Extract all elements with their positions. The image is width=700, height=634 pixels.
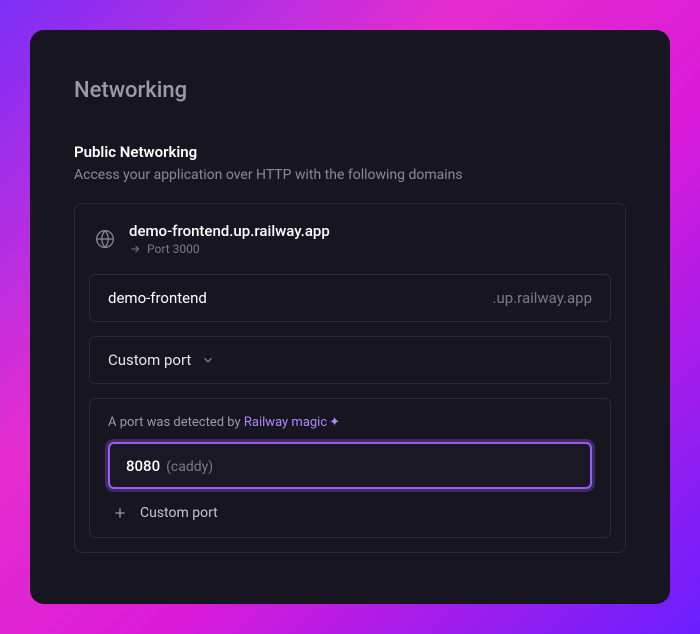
arrow-right-icon [129,243,141,255]
domain-info: demo-frontend.up.railway.app Port 3000 [129,222,605,256]
networking-panel: Networking Public Networking Access your… [30,30,670,604]
section-title: Public Networking [74,143,626,161]
plus-icon [112,505,128,521]
detected-port-option[interactable]: 8080 (caddy) [108,442,592,489]
detected-port-number: 8080 [126,457,160,475]
railway-magic-link[interactable]: Railway magic [244,415,327,430]
subdomain-field[interactable]: .up.railway.app [89,274,611,322]
section-description: Access your application over HTTP with t… [74,167,626,183]
port-select-label: Custom port [108,351,191,369]
domain-port-line: Port 3000 [129,242,605,256]
detected-port-label: (caddy) [166,459,213,475]
detection-message: A port was detected by Railway magic✦ [108,415,592,430]
domain-card: demo-frontend.up.railway.app Port 3000 .… [74,203,626,553]
port-detection-card: A port was detected by Railway magic✦ 80… [89,398,611,538]
domain-port-label: Port 3000 [147,242,200,256]
chevron-down-icon [201,353,215,367]
domain-name: demo-frontend.up.railway.app [129,222,605,240]
subdomain-suffix: .up.railway.app [493,289,592,307]
page-title: Networking [74,78,626,103]
custom-port-label: Custom port [140,505,218,521]
custom-port-button[interactable]: Custom port [108,489,592,523]
subdomain-input[interactable] [108,289,493,307]
domain-row: demo-frontend.up.railway.app Port 3000 [75,204,625,274]
port-select[interactable]: Custom port [89,336,611,384]
globe-icon [95,229,115,249]
detection-prefix: A port was detected by [108,415,244,430]
sparkle-icon: ✦ [329,415,340,430]
